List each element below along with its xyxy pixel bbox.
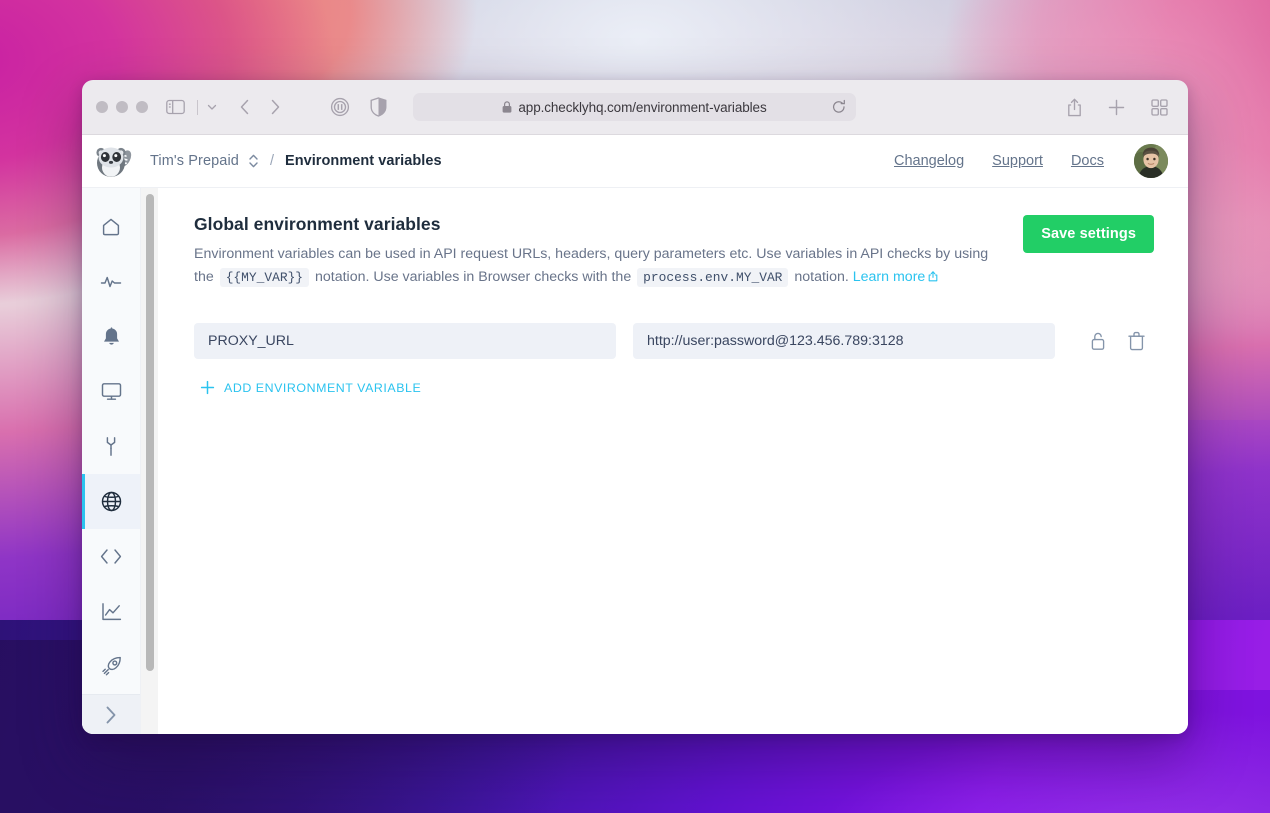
code-brackets-icon bbox=[100, 548, 122, 565]
share-icon[interactable] bbox=[1067, 98, 1082, 117]
unlock-icon[interactable] bbox=[1089, 331, 1107, 351]
page-title-breadcrumb: Environment variables bbox=[285, 153, 442, 169]
page-scrollbar[interactable] bbox=[141, 188, 158, 734]
plus-icon bbox=[200, 380, 215, 395]
sidebar-item-reporting[interactable] bbox=[82, 584, 140, 639]
header-link-docs[interactable]: Docs bbox=[1071, 153, 1104, 169]
scrollbar-thumb[interactable] bbox=[146, 194, 154, 671]
header-links: Changelog Support Docs bbox=[894, 144, 1168, 178]
description-part-3: notation. bbox=[794, 269, 848, 285]
trash-icon[interactable] bbox=[1128, 331, 1145, 351]
sidebar-item-home[interactable] bbox=[82, 199, 140, 254]
variable-value-input[interactable] bbox=[633, 323, 1055, 359]
sidebar-item-maintenance[interactable] bbox=[82, 419, 140, 474]
header-link-changelog[interactable]: Changelog bbox=[894, 153, 964, 169]
page-title: Global environment variables bbox=[194, 214, 999, 235]
sidebar-items bbox=[82, 188, 140, 694]
add-environment-variable-label: ADD ENVIRONMENT VARIABLE bbox=[224, 381, 421, 395]
bell-icon bbox=[102, 327, 121, 347]
save-settings-button[interactable]: Save settings bbox=[1023, 215, 1154, 253]
home-icon bbox=[101, 217, 121, 237]
code-my-var: {{MY_VAR}} bbox=[220, 268, 309, 287]
activity-pulse-icon bbox=[100, 272, 122, 292]
address-bar[interactable]: app.checklyhq.com/environment-variables bbox=[413, 93, 856, 121]
window-traffic-lights bbox=[96, 101, 148, 113]
app-header: Tim's Prepaid / Environment variables Ch… bbox=[82, 135, 1188, 188]
page-header-row: Global environment variables Environment… bbox=[194, 214, 1154, 289]
learn-more-link[interactable]: Learn more bbox=[853, 269, 939, 285]
user-avatar[interactable] bbox=[1134, 144, 1168, 178]
learn-more-label: Learn more bbox=[853, 269, 926, 285]
desktop-wallpaper: app.checklyhq.com/environment-variables bbox=[0, 0, 1270, 813]
checkly-app: Tim's Prepaid / Environment variables Ch… bbox=[82, 135, 1188, 734]
globe-icon bbox=[101, 491, 122, 512]
plus-icon[interactable] bbox=[1108, 99, 1125, 116]
sidebar-item-alerts[interactable] bbox=[82, 309, 140, 364]
sidebar-item-environment-variables[interactable] bbox=[82, 474, 140, 529]
description-part-2: notation. Use variables in Browser check… bbox=[315, 269, 631, 285]
close-window-button[interactable] bbox=[96, 101, 108, 113]
rocket-icon bbox=[101, 656, 122, 677]
sidebar-item-code[interactable] bbox=[82, 529, 140, 584]
breadcrumb: Tim's Prepaid / Environment variables bbox=[150, 153, 442, 169]
browser-toolbar: app.checklyhq.com/environment-variables bbox=[82, 80, 1188, 135]
environment-variable-row bbox=[194, 323, 1154, 359]
chevron-right-icon bbox=[102, 704, 120, 726]
page-header-text: Global environment variables Environment… bbox=[194, 214, 999, 289]
forward-arrow-icon[interactable] bbox=[268, 98, 282, 116]
toolbar-divider bbox=[197, 100, 198, 115]
page-description: Environment variables can be used in API… bbox=[194, 243, 994, 289]
monitor-icon bbox=[101, 382, 122, 401]
sidebar-item-deployments[interactable] bbox=[82, 639, 140, 694]
sidebar-item-status[interactable] bbox=[82, 254, 140, 309]
breadcrumb-separator: / bbox=[270, 153, 274, 169]
tab-overview-icon[interactable] bbox=[1151, 99, 1168, 116]
checkly-raccoon-logo[interactable] bbox=[82, 142, 141, 180]
sidebar-item-dashboards[interactable] bbox=[82, 364, 140, 419]
sidebar-toggle-icon[interactable] bbox=[166, 99, 185, 115]
toolbar-right-actions bbox=[1067, 98, 1174, 117]
reload-icon[interactable] bbox=[832, 100, 846, 115]
external-link-icon bbox=[928, 271, 938, 282]
org-switcher-chevron-icon[interactable] bbox=[248, 153, 259, 169]
lock-icon bbox=[502, 101, 512, 113]
navigation-arrows bbox=[238, 98, 282, 116]
variable-row-actions bbox=[1089, 331, 1145, 351]
safari-window: app.checklyhq.com/environment-variables bbox=[82, 80, 1188, 734]
toolbar-extensions bbox=[330, 97, 387, 117]
add-environment-variable-button[interactable]: ADD ENVIRONMENT VARIABLE bbox=[200, 380, 1154, 395]
back-arrow-icon[interactable] bbox=[238, 98, 252, 116]
sidebar-collapse-button[interactable] bbox=[82, 694, 140, 734]
header-link-support[interactable]: Support bbox=[992, 153, 1043, 169]
wrench-icon bbox=[101, 436, 121, 457]
variable-key-input[interactable] bbox=[194, 323, 616, 359]
sidebar bbox=[82, 188, 141, 734]
reader-view-icon[interactable] bbox=[330, 97, 350, 117]
maximize-window-button[interactable] bbox=[136, 101, 148, 113]
org-switcher-label[interactable]: Tim's Prepaid bbox=[150, 153, 239, 169]
main-content: Global environment variables Environment… bbox=[158, 188, 1188, 734]
code-process-env-my-var: process.env.MY_VAR bbox=[637, 268, 788, 287]
privacy-shield-icon[interactable] bbox=[370, 97, 387, 117]
url-text: app.checklyhq.com/environment-variables bbox=[518, 100, 766, 115]
minimize-window-button[interactable] bbox=[116, 101, 128, 113]
line-chart-icon bbox=[101, 602, 122, 622]
app-body: Global environment variables Environment… bbox=[82, 188, 1188, 734]
chevron-down-icon[interactable] bbox=[206, 101, 218, 113]
